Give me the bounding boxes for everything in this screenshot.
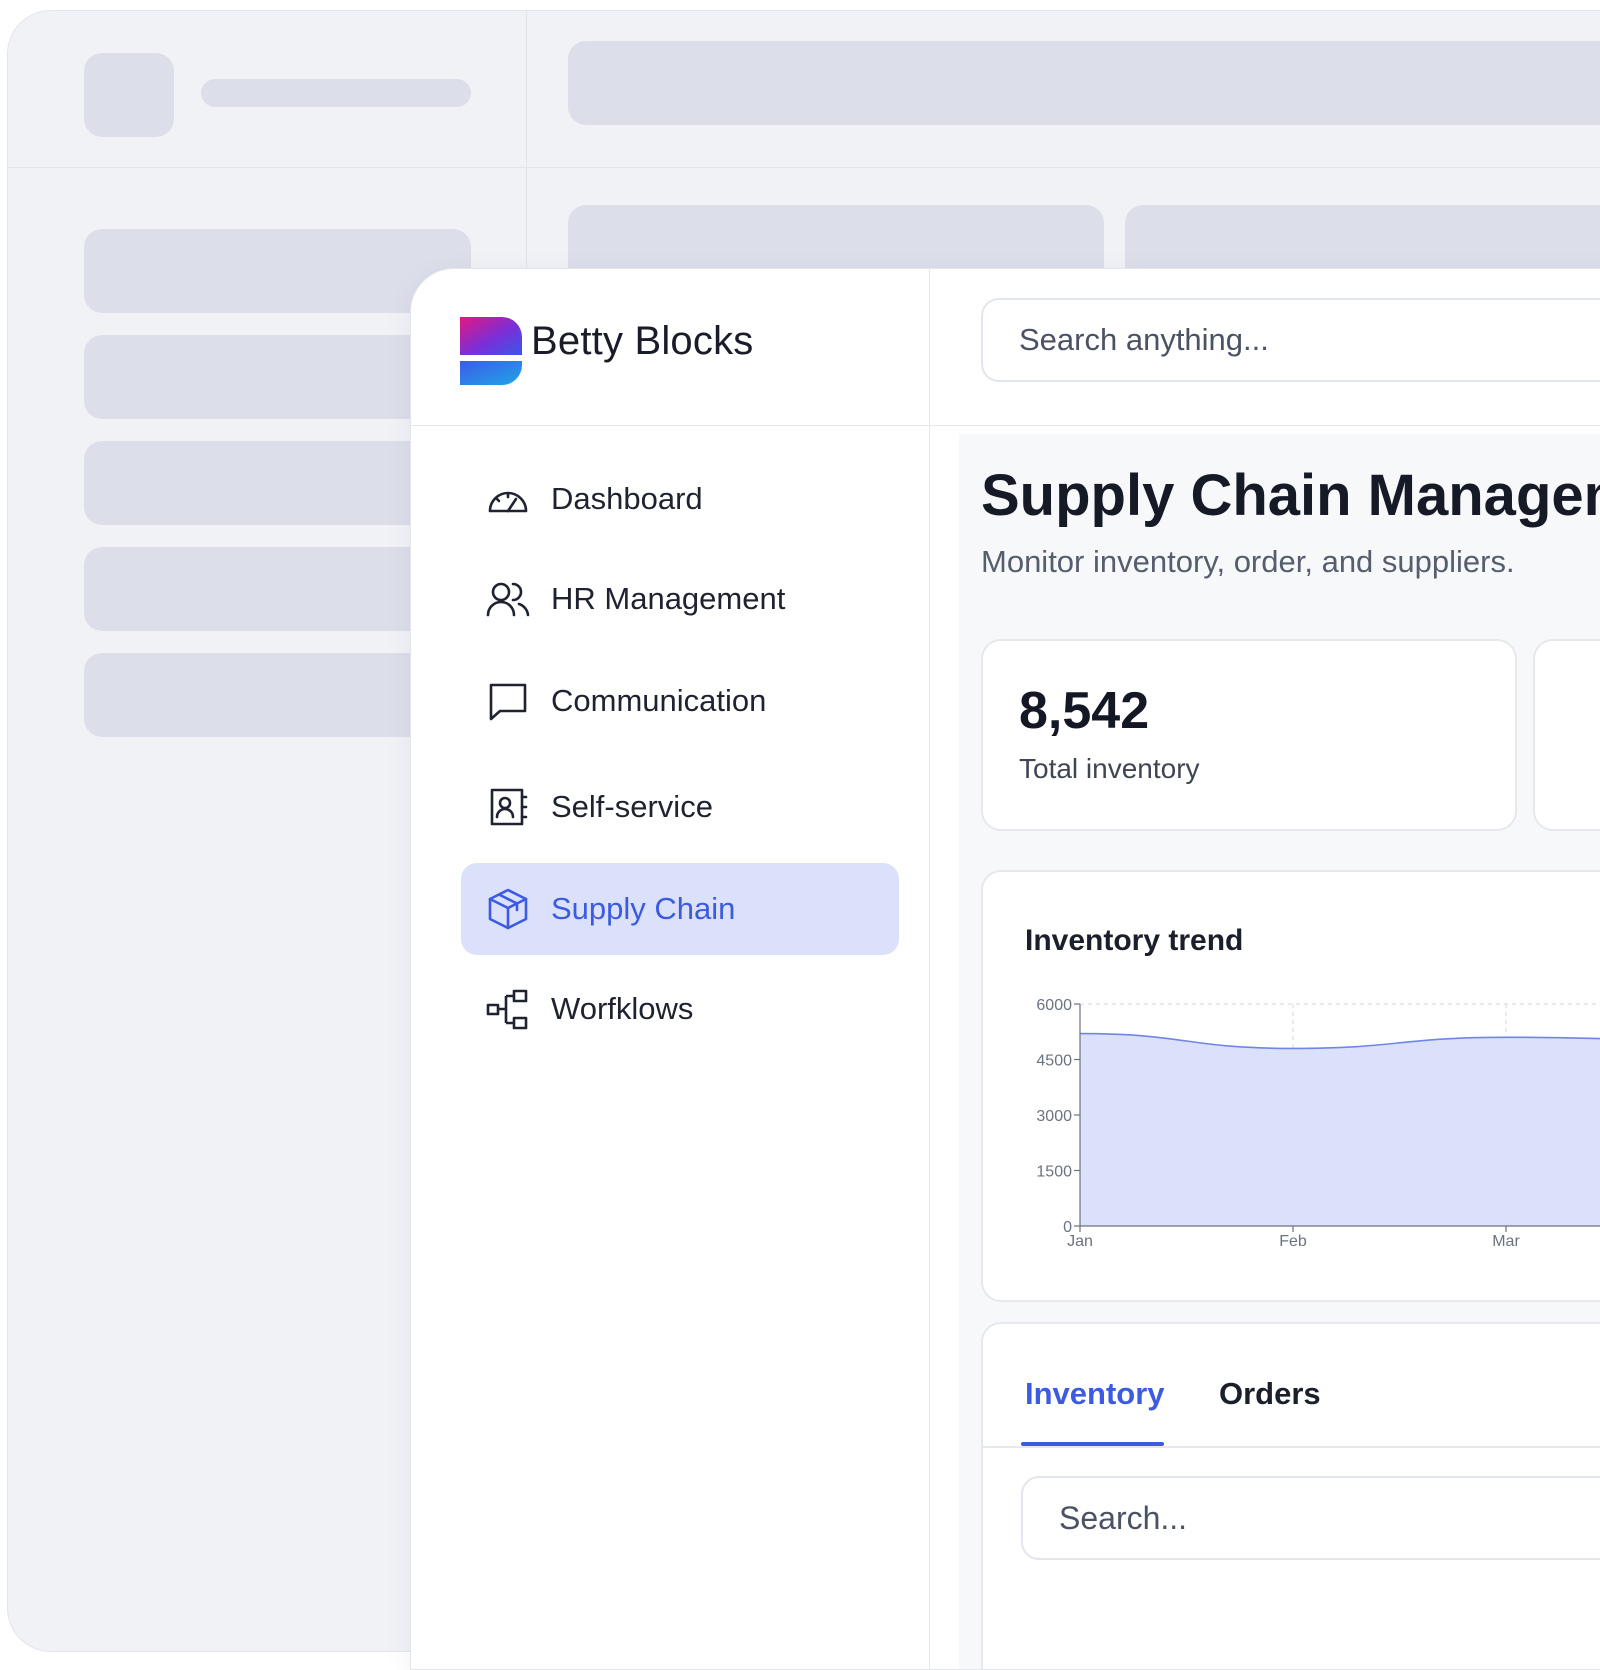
x-tick-label: Mar — [1492, 1233, 1520, 1250]
tab-orders[interactable]: Orders — [1219, 1376, 1321, 1412]
workflow-icon — [485, 986, 531, 1032]
sidebar-item-communication[interactable]: Communication — [461, 655, 899, 747]
gauge-icon — [485, 476, 531, 522]
stat-card — [1533, 639, 1600, 831]
sidebar-item-hr-management[interactable]: HR Management — [461, 553, 899, 645]
sidebar-item-label: Dashboard — [551, 481, 703, 516]
stat-label: Total inventory — [1019, 753, 1200, 784]
skeleton-search — [568, 41, 1600, 125]
y-tick-label: 4500 — [1036, 1053, 1072, 1070]
area-fill — [1080, 1033, 1600, 1226]
table-search-input[interactable]: Search... — [1021, 1476, 1600, 1560]
x-tick-label: Feb — [1279, 1233, 1307, 1250]
x-tick-label: Jan — [1067, 1233, 1093, 1250]
page-subtitle: Monitor inventory, order, and suppliers. — [981, 544, 1515, 579]
table-search-placeholder: Search... — [1059, 1499, 1188, 1536]
tabs-card: Inventory Orders Search... — [981, 1322, 1600, 1669]
sidebar-item-workflows[interactable]: Worfklows — [461, 963, 899, 1055]
users-icon — [485, 576, 531, 622]
y-tick-label: 1500 — [1036, 1164, 1072, 1181]
search-placeholder: Search anything... — [1019, 322, 1269, 357]
main-content: Supply Chain Management Monitor inventor… — [959, 434, 1600, 1669]
chart-card-inventory-trend: Inventory trend 0 1500 3000 4500 6000 Jan Feb M… — [981, 870, 1600, 1302]
sidebar-item-self-service[interactable]: Self-service — [461, 761, 899, 853]
sidebar-item-dashboard[interactable]: Dashboard — [461, 453, 899, 545]
stat-value: 8,542 — [1019, 682, 1150, 740]
sidebar-item-label: HR Management — [551, 581, 786, 616]
tab-inventory[interactable]: Inventory — [1025, 1376, 1165, 1412]
inventory-trend-chart: 01500300045006000Jan Feb Mar — [1036, 997, 1600, 1250]
package-icon — [485, 886, 531, 932]
search-input[interactable]: Search anything... — [981, 298, 1600, 382]
y-tick-label: 6000 — [1036, 997, 1072, 1014]
y-tick-label: 3000 — [1036, 1108, 1072, 1125]
brand-name: Betty Blocks — [531, 319, 754, 363]
page-title: Supply Chain Management — [981, 463, 1600, 528]
top-header: Search anything... — [930, 269, 1600, 426]
app-window: Betty Blocks Dashboard HR Management Com… — [410, 268, 1600, 1670]
betty-blocks-logo-icon — [460, 317, 522, 385]
message-icon — [485, 678, 531, 724]
sidebar-item-label: Supply Chain — [551, 891, 736, 926]
sidebar: Betty Blocks Dashboard HR Management Com… — [411, 269, 930, 1669]
sidebar-item-supply-chain[interactable]: Supply Chain — [461, 863, 899, 955]
sidebar-item-label: Worfklows — [551, 991, 694, 1026]
brand-header: Betty Blocks — [411, 269, 929, 426]
skeleton-brand — [201, 79, 471, 107]
bg-divider-horizontal — [8, 167, 1600, 168]
skeleton-logo — [84, 53, 174, 137]
sidebar-item-label: Communication — [551, 683, 767, 718]
stat-card-total-inventory: 8,542 Total inventory — [981, 639, 1517, 831]
sidebar-item-label: Self-service — [551, 789, 713, 824]
contact-book-icon — [485, 784, 531, 830]
tab-divider — [983, 1446, 1600, 1448]
